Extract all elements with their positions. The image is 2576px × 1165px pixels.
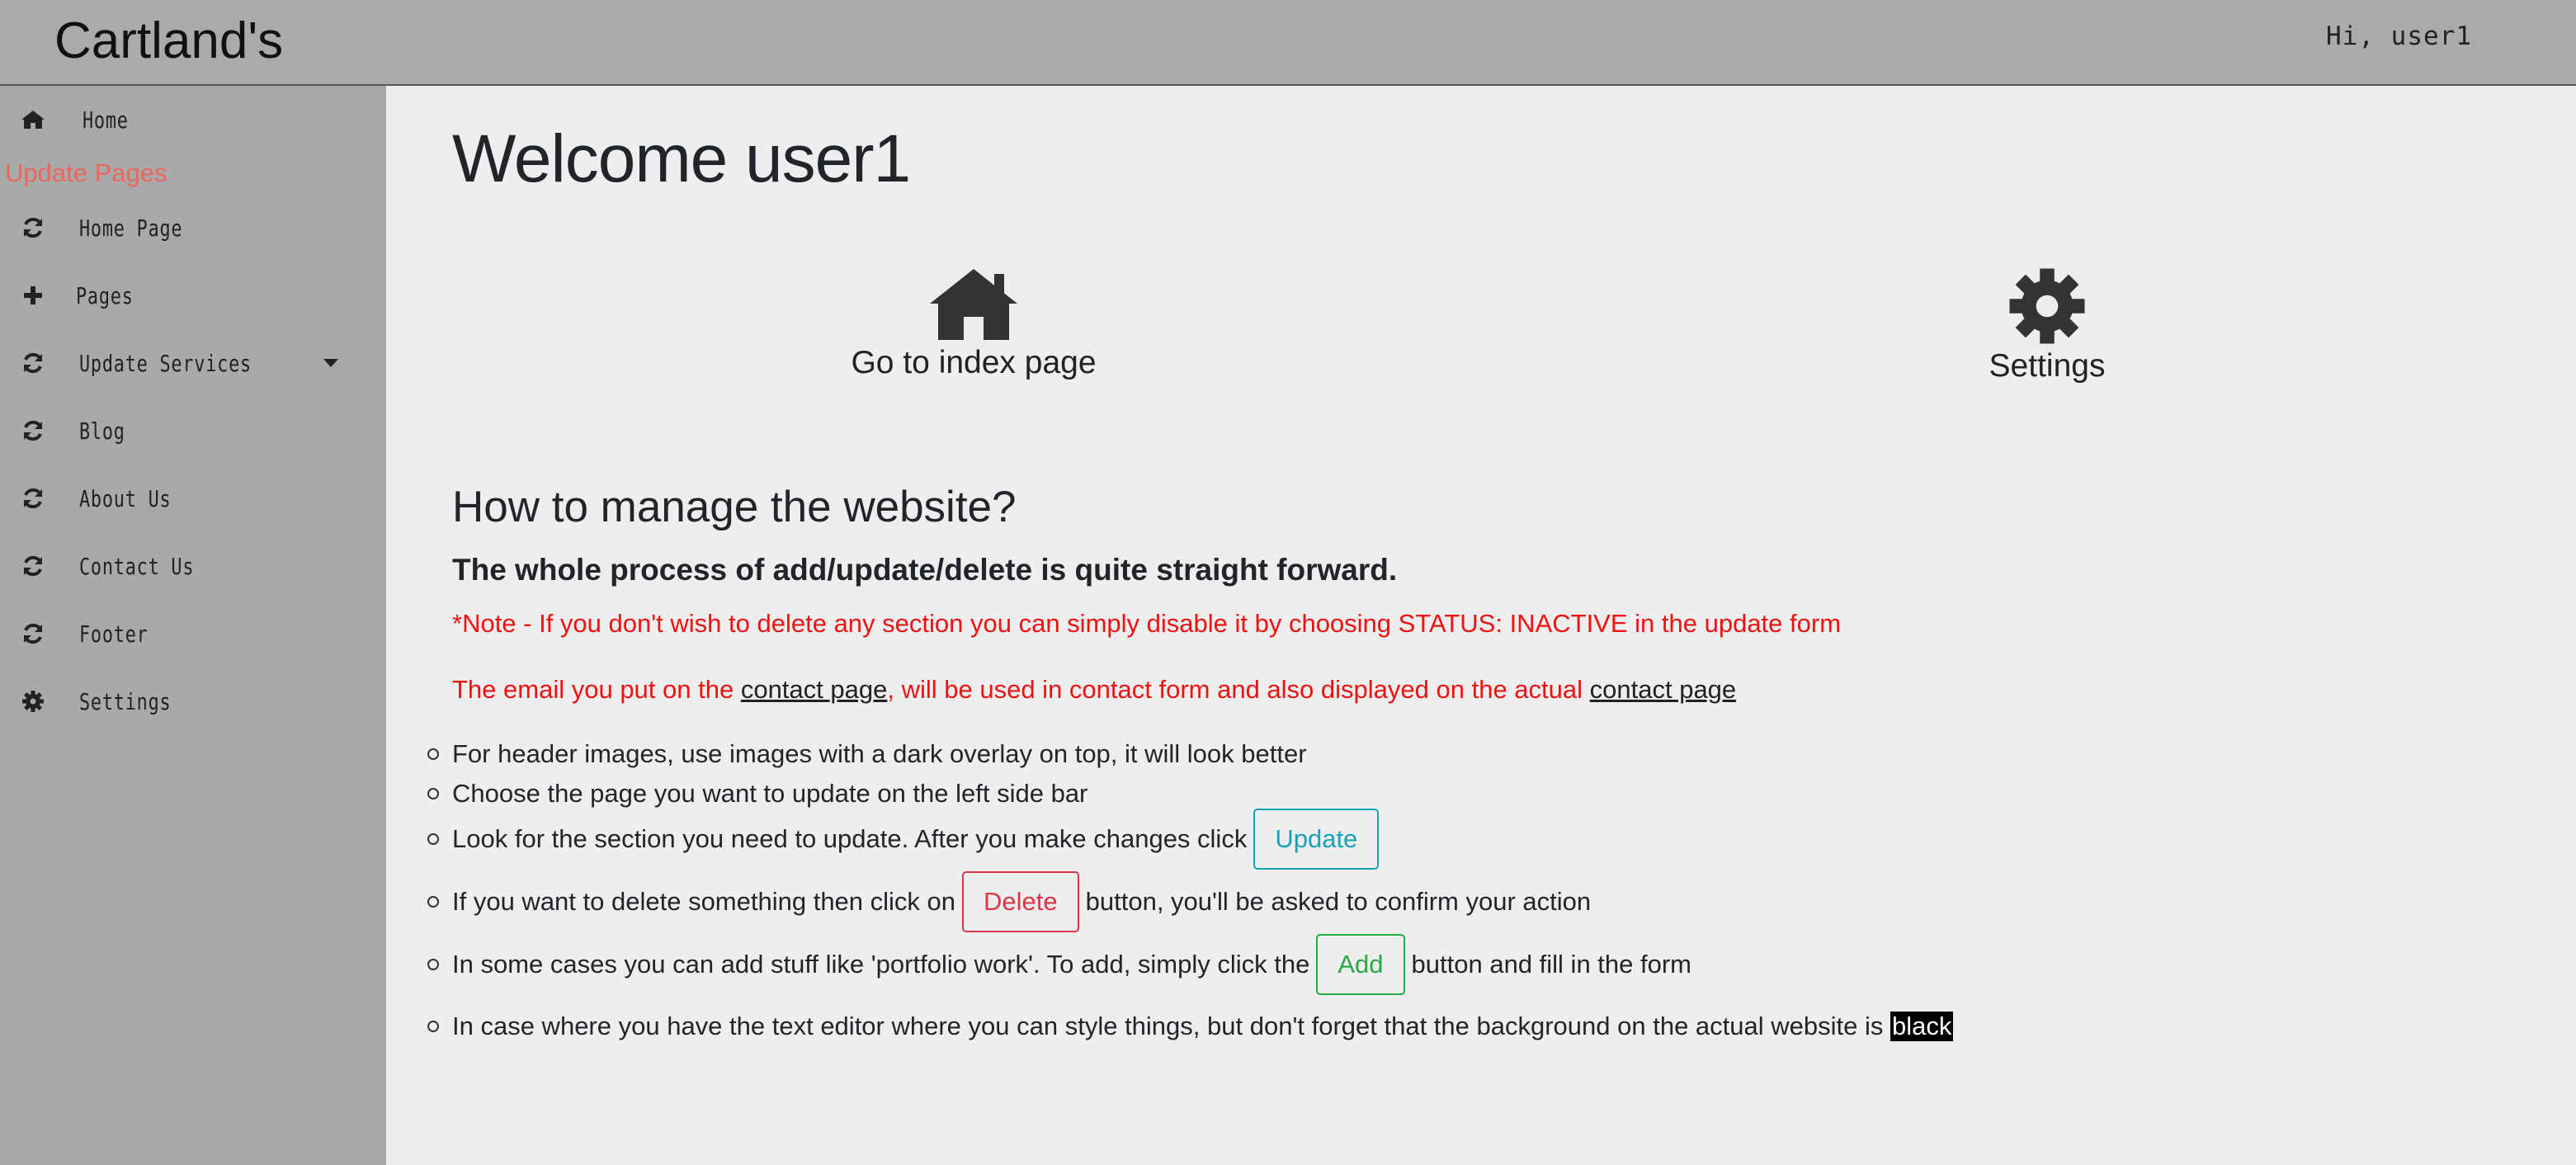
sidebar-item-home-page[interactable]: Home Page — [0, 202, 386, 253]
delete-button[interactable]: Delete — [962, 871, 1079, 932]
sidebar-item-footer[interactable]: Footer — [0, 608, 386, 659]
refresh-icon — [20, 620, 46, 647]
sidebar-item-label: Footer — [79, 620, 149, 648]
sidebar-item-label: Update Services — [79, 349, 252, 377]
tip-text: Choose the page you want to update on th… — [452, 779, 1088, 808]
index-page-card[interactable]: Go to index page — [842, 266, 1106, 381]
sidebar-item-settings[interactable]: Settings — [0, 676, 386, 727]
tip-text: In case where you have the text editor w… — [452, 1012, 1884, 1040]
list-item: For header images, use images with a dar… — [427, 739, 1307, 769]
add-button[interactable]: Add — [1316, 934, 1405, 995]
refresh-icon — [20, 553, 46, 579]
section-heading: How to manage the website? — [452, 483, 1017, 531]
chevron-down-icon[interactable] — [323, 359, 338, 367]
list-item: Choose the page you want to update on th… — [427, 779, 1087, 809]
sidebar-item-update-services[interactable]: Update Services — [0, 337, 386, 389]
settings-card[interactable]: Settings — [1956, 266, 2138, 384]
plus-icon — [20, 282, 46, 309]
contact-page-link[interactable]: contact page — [1590, 675, 1737, 704]
sidebar-section-heading: Update Pages — [5, 158, 167, 187]
email-note-text: The email you put on the — [452, 675, 741, 704]
home-icon — [20, 106, 46, 133]
email-note: The email you put on the contact page, w… — [452, 675, 1736, 705]
refresh-icon — [20, 215, 46, 241]
refresh-icon — [20, 417, 46, 444]
page-title: Welcome user1 — [452, 121, 911, 196]
user-greeting[interactable]: Hi, user1 — [2326, 21, 2472, 51]
bullet-icon — [427, 748, 439, 760]
contact-page-link[interactable]: contact page — [741, 675, 888, 704]
sidebar-item-home[interactable]: Home — [0, 94, 386, 145]
card-label: Go to index page — [851, 345, 1097, 380]
sidebar-item-label: Contact Us — [79, 552, 195, 580]
sidebar-item-blog[interactable]: Blog — [0, 405, 386, 456]
inactive-note: *Note - If you don't wish to delete any … — [452, 609, 1842, 638]
sidebar-item-contact-us[interactable]: Contact Us — [0, 540, 386, 592]
card-label: Settings — [1989, 348, 2106, 384]
section-subheading: The whole process of add/update/delete i… — [452, 553, 1398, 587]
bullet-icon — [427, 788, 439, 799]
update-button[interactable]: Update — [1253, 809, 1380, 870]
sidebar-item-about-us[interactable]: About Us — [0, 473, 386, 524]
main-content: Welcome user1 Go to index page Settings … — [386, 86, 2576, 1165]
tip-text: For header images, use images with a dar… — [452, 739, 1307, 768]
sidebar-item-label: About Us — [79, 484, 172, 512]
gear-icon — [1956, 266, 2138, 347]
sidebar-item-label: Home — [83, 106, 129, 134]
sidebar-item-label: Home Page — [79, 214, 183, 242]
tip-text: Look for the section you need to update.… — [452, 824, 1248, 853]
bullet-icon — [427, 896, 439, 908]
sidebar-item-pages[interactable]: Pages — [0, 270, 386, 321]
top-header: Cartland's Hi, user1 — [0, 0, 2576, 86]
list-item: Look for the section you need to update.… — [427, 809, 1385, 870]
tip-text: button, you'll be asked to confirm your … — [1085, 887, 1592, 916]
tip-text: In some cases you can add stuff like 'po… — [452, 950, 1310, 979]
email-note-text: , will be used in contact form and also … — [887, 675, 1590, 704]
refresh-icon — [20, 485, 46, 512]
sidebar-item-label: Blog — [79, 417, 125, 445]
list-item: If you want to delete something then cli… — [427, 871, 1591, 932]
home-icon — [842, 266, 1106, 343]
list-item: In case where you have the text editor w… — [427, 1012, 1954, 1041]
bullet-icon — [427, 833, 439, 845]
sidebar-item-label: Settings — [79, 687, 172, 715]
tip-text: button and fill in the form — [1411, 950, 1692, 979]
tip-text: If you want to delete something then cli… — [452, 887, 956, 916]
gear-icon — [20, 688, 46, 715]
bullet-icon — [427, 1021, 439, 1032]
refresh-icon — [20, 350, 46, 376]
list-item: In some cases you can add stuff like 'po… — [427, 934, 1691, 995]
sidebar-item-label: Pages — [76, 281, 134, 309]
highlighted-word: black — [1890, 1012, 1954, 1041]
bullet-icon — [427, 959, 439, 970]
brand-logo-text[interactable]: Cartland's — [54, 8, 283, 74]
sidebar: Home Update Pages Home Page Pages Update… — [0, 86, 386, 1165]
